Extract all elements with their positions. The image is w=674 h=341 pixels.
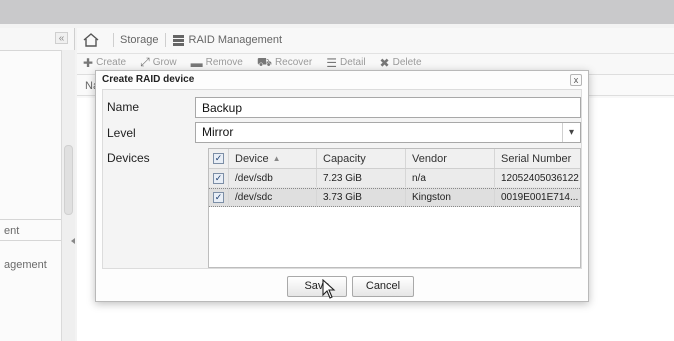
home-icon[interactable] [83,33,99,47]
name-label: Name [107,100,140,114]
nav-item-storage[interactable]: ent [0,219,61,241]
splitter-arrow-icon[interactable] [71,238,75,244]
plus-icon: ✚ [83,55,94,70]
remove-label: Remove [205,57,243,68]
delete-label: Delete [392,57,422,68]
recover-button[interactable]: ⛟ Recover [257,55,312,71]
detail-button[interactable]: ☰ Detail [326,56,365,70]
grow-label: Grow [152,57,177,68]
recover-icon: ⛟ [256,54,272,69]
vendor-cell: n/a [406,169,495,187]
dialog-footer: Save Cancel [96,270,588,301]
navigation-scrollbar-thumb[interactable] [64,145,73,215]
breadcrumb: Storage RAID Management [77,28,674,52]
device-cell: /dev/sdb [229,169,317,187]
capacity-cell: 7.23 GiB [317,169,406,187]
expand-icon: ⤢ [140,55,150,69]
chevron-down-icon[interactable]: ▾ [562,123,580,142]
breadcrumb-separator [164,33,166,47]
save-button[interactable]: Save [287,276,347,297]
devices-table-header: ✓ Device ▲ Capacity Vendor Serial Number [209,149,580,169]
level-select[interactable]: Mirror ▾ [195,122,581,143]
level-value: Mirror [202,125,234,139]
column-header-device[interactable]: Device ▲ [229,149,317,168]
column-device-label: Device [235,152,269,165]
level-label: Level [107,126,136,140]
mouse-pointer-icon [322,279,336,299]
create-raid-dialog: Create RAID device x Name Level Mirror ▾… [95,70,589,302]
vendor-cell: Kingston [406,189,495,206]
select-all-cell[interactable]: ✓ [209,149,229,168]
database-icon [172,34,184,46]
navigation-list: ent agement [0,50,61,341]
recover-label: Recover [274,57,313,68]
dialog-title: Create RAID device [102,74,195,85]
delete-button[interactable]: ✖ Delete [380,56,422,70]
breadcrumb-storage[interactable]: Storage [120,34,159,46]
name-input[interactable] [195,97,581,118]
detail-label: Detail [339,57,366,68]
select-all-checkbox[interactable]: ✓ [213,153,224,164]
table-row[interactable]: ✓ /dev/sdb 7.23 GiB n/a 12052405036122 [209,169,580,188]
column-header-serial[interactable]: Serial Number [495,149,580,168]
window-top-strip [0,0,674,24]
row-checkbox[interactable]: ✓ [213,192,224,203]
toolbar: ✚ Create ⤢ Grow ▬ Remove ⛟ Recover ☰ Det… [77,53,674,71]
create-label: Create [96,57,127,68]
devices-label: Devices [107,151,150,165]
capacity-cell: 3.73 GiB [317,189,406,206]
close-icon[interactable]: x [570,74,582,86]
cancel-button[interactable]: Cancel [352,276,414,297]
devices-table: ✓ Device ▲ Capacity Vendor Serial Number… [208,148,581,268]
column-header-vendor[interactable]: Vendor [406,149,495,168]
remove-button[interactable]: ▬ Remove [191,56,243,70]
column-header-capacity[interactable]: Capacity [317,149,406,168]
collapse-panel-button[interactable]: « [55,32,68,44]
row-checkbox[interactable]: ✓ [213,172,224,184]
serial-cell: 12052405036122 [501,172,579,184]
sort-ascending-icon: ▲ [272,154,281,163]
minus-icon: ▬ [190,55,203,70]
dialog-form: Name Level Mirror ▾ Devices ✓ Device ▲ C… [102,89,582,269]
row-check-cell[interactable]: ✓ [209,169,229,187]
grow-button[interactable]: ⤢ Grow [140,55,177,70]
device-cell: /dev/sdc [229,189,317,206]
breadcrumb-raid-management[interactable]: RAID Management [189,34,283,46]
row-check-cell[interactable]: ✓ [209,189,229,206]
serial-cell: 0019E001E714... [501,192,579,203]
create-button[interactable]: ✚ Create [83,56,126,70]
breadcrumb-separator [113,33,114,47]
delete-icon: ✖ [379,55,390,70]
nav-item-raid-management[interactable]: agement [0,254,61,276]
left-navigation-panel: « ent agement [0,28,75,341]
navigation-scrollbar[interactable] [61,50,75,341]
table-row[interactable]: ✓ /dev/sdc 3.73 GiB Kingston 0019E001E71… [209,188,580,207]
list-icon: ☰ [326,55,337,70]
